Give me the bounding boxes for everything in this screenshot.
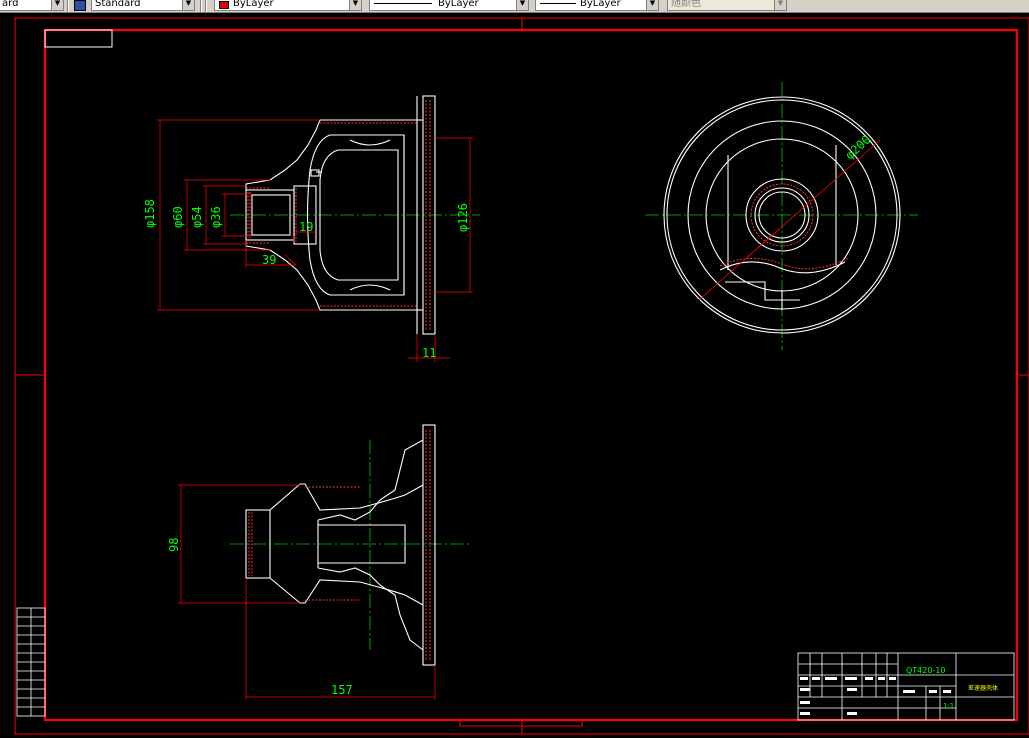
chevron-down-icon[interactable]: ▼: [182, 0, 194, 10]
text-style-combo[interactable]: ard ▼: [0, 0, 64, 11]
lineweight-value: ByLayer: [580, 0, 621, 9]
section-view-top: φ158 φ60 φ54 φ36 φ126 19 39 11: [143, 95, 480, 362]
dim-l98: 98: [167, 538, 181, 552]
text-style-value: ard: [2, 0, 19, 9]
color-combo[interactable]: ByLayer ▼: [214, 0, 362, 11]
dim-l11: 11: [422, 346, 436, 360]
dim-d126: φ126: [456, 203, 470, 232]
title-scale: 1:1: [943, 702, 954, 710]
dim-style-icon[interactable]: [74, 0, 86, 11]
dim-d60: φ60: [171, 206, 185, 228]
linetype-sample: [374, 3, 432, 4]
chevron-down-icon[interactable]: ▼: [646, 0, 658, 10]
title-material: QT420-10: [906, 666, 946, 675]
dim-style-value: Standard: [95, 0, 141, 9]
properties-toolbar: ard ▼ Standard ▼ ByLayer ▼ ByLayer ▼ ByL…: [0, 0, 1029, 13]
chevron-down-icon[interactable]: ▼: [51, 0, 63, 10]
revision-strip: [16, 607, 46, 717]
toolbar-separator: [200, 0, 202, 12]
drawing-canvas[interactable]: φ158 φ60 φ54 φ36 φ126 19 39 11 φ200 98 1…: [0, 13, 1029, 738]
chevron-down-icon[interactable]: ▼: [349, 0, 361, 10]
plot-style-value: 随颜色: [671, 0, 701, 9]
side-view-bottom: 98 157: [167, 424, 470, 700]
dim-style-combo[interactable]: Standard ▼: [91, 0, 195, 11]
linetype-value: ByLayer: [438, 0, 479, 9]
cad-drawing: φ158 φ60 φ54 φ36 φ126 19 39 11 φ200 98 1…: [14, 17, 1029, 735]
chevron-down-icon[interactable]: ▼: [774, 0, 786, 10]
toolbar-separator: [67, 0, 69, 12]
plot-style-combo[interactable]: 随颜色 ▼: [667, 0, 787, 11]
linetype-combo[interactable]: ByLayer ▼: [369, 0, 529, 11]
dim-d36: φ36: [209, 206, 223, 228]
color-swatch-icon: [219, 1, 229, 9]
dim-d54: φ54: [190, 206, 204, 228]
color-value: ByLayer: [233, 0, 274, 9]
title-block: QT420-10 差速器壳体 1:1: [797, 652, 1015, 721]
sheet-border: [14, 17, 1029, 735]
toolbar-separator: [205, 0, 207, 12]
end-view: φ200: [645, 82, 918, 350]
dim-l19: 19: [299, 220, 313, 234]
dim-l157: 157: [331, 683, 353, 697]
dim-l39: 39: [262, 253, 276, 267]
title-part-name: 差速器壳体: [968, 684, 998, 692]
drawing-number-box: [44, 29, 113, 48]
chevron-down-icon[interactable]: ▼: [516, 0, 528, 10]
dim-d158: φ158: [143, 199, 157, 228]
lineweight-sample: [540, 3, 576, 4]
lineweight-combo[interactable]: ByLayer ▼: [535, 0, 659, 11]
dim-d200: φ200: [843, 132, 874, 162]
